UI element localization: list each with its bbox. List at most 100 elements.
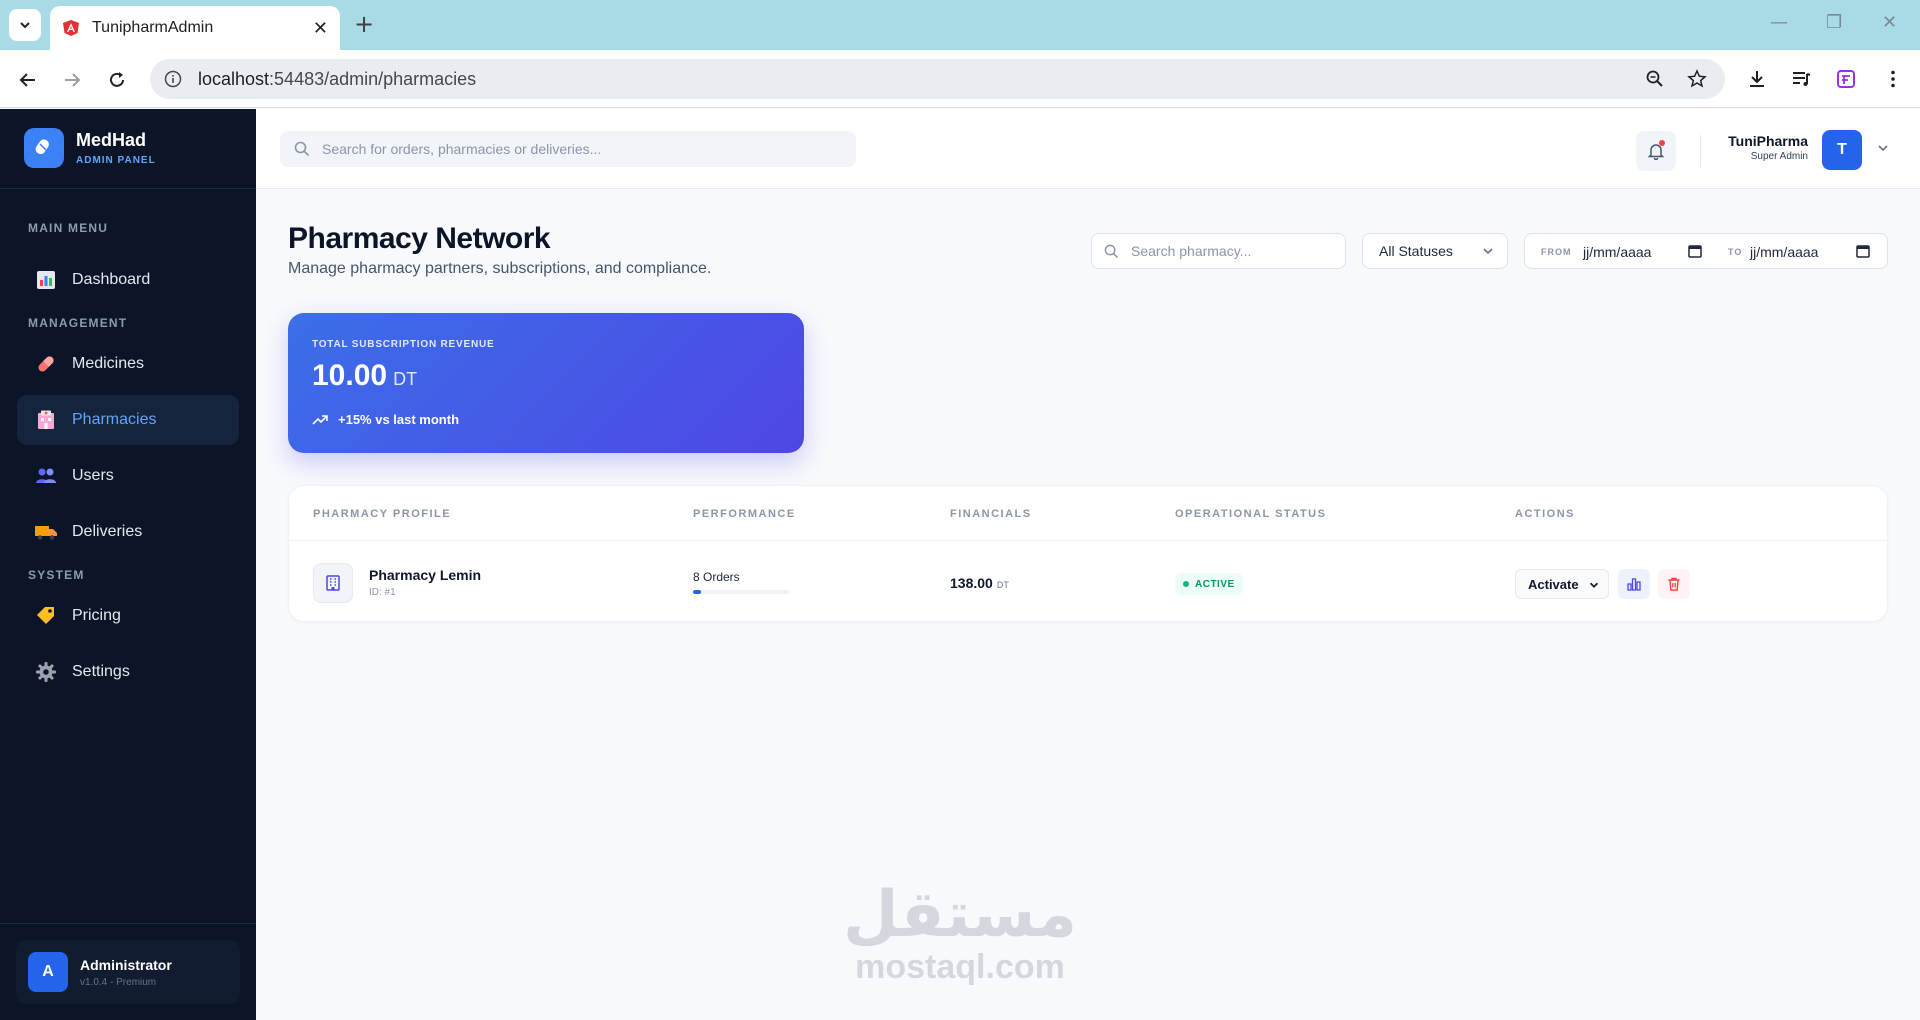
pharmacy-search	[1091, 233, 1346, 269]
download-icon[interactable]	[1746, 68, 1768, 90]
section-label-system: SYSTEM	[28, 568, 85, 582]
avatar[interactable]: T	[1822, 130, 1862, 170]
more-vert-icon[interactable]	[1882, 68, 1904, 90]
chevron-down-icon	[20, 22, 30, 29]
pharmacy-table: PHARMACY PROFILE PERFORMANCE FINANCIALS …	[288, 485, 1889, 622]
column-header: PERFORMANCE	[693, 508, 796, 520]
forward-button[interactable]	[60, 68, 84, 92]
delete-button[interactable]	[1658, 569, 1690, 599]
divider	[1700, 135, 1701, 167]
sidebar-item-label: Pharmacies	[72, 411, 157, 428]
sidebar-item-label: Pricing	[72, 607, 121, 624]
brand[interactable]: MedHad ADMIN PANEL	[24, 128, 156, 168]
revenue-unit: DT	[393, 369, 418, 389]
currency-unit: DT	[996, 580, 1009, 590]
page-subtitle: Manage pharmacy partners, subscriptions,…	[288, 260, 712, 277]
global-search-input[interactable]	[322, 141, 822, 157]
column-header: ACTIONS	[1515, 508, 1575, 520]
users-icon	[34, 464, 58, 488]
user-name: TuniPharma	[1728, 133, 1808, 149]
search-icon	[1104, 244, 1119, 258]
sidebar-item-pharmacies[interactable]: Pharmacies	[17, 395, 239, 445]
reload-icon	[110, 72, 124, 87]
date-to-label: TO	[1728, 247, 1743, 257]
calendar-icon[interactable]	[1855, 243, 1871, 259]
new-tab-button[interactable]: +	[354, 10, 374, 38]
revenue-card: TOTAL SUBSCRIPTION REVENUE 10.00 DT +15% …	[288, 313, 804, 453]
pharmacy-name[interactable]: Pharmacy Lemin	[369, 567, 481, 583]
sidebar-item-pricing[interactable]: Pricing	[17, 591, 239, 641]
watermark-latin: mostaql.com	[855, 948, 1065, 986]
bar-chart-icon	[34, 268, 58, 292]
hospital-icon	[34, 408, 58, 432]
section-label-management: MANAGEMENT	[28, 316, 128, 330]
back-button[interactable]	[16, 68, 40, 92]
sidebar-item-dashboard[interactable]: Dashboard	[17, 255, 239, 305]
action-select-value: Activate	[1528, 576, 1579, 592]
pharmacy-search-input[interactable]	[1131, 243, 1331, 259]
tab-title: TunipharmAdmin	[92, 19, 214, 36]
top-header: TuniPharma Super Admin T	[256, 109, 1920, 189]
pill-icon	[34, 352, 58, 376]
sidebar-item-settings[interactable]: Settings	[17, 647, 239, 697]
revenue-value: 10.00 DT	[312, 359, 418, 392]
sidebar-item-deliveries[interactable]: Deliveries	[17, 507, 239, 557]
logo	[24, 128, 64, 168]
extension-icon[interactable]	[1835, 68, 1857, 90]
sidebar-item-label: Dashboard	[72, 271, 151, 288]
chevron-down-icon	[1589, 582, 1599, 588]
notification-dot	[1659, 140, 1665, 146]
close-icon[interactable]: ✕	[313, 18, 328, 39]
sidebar-item-medicines[interactable]: Medicines	[17, 339, 239, 389]
divider	[0, 923, 256, 924]
sidebar-item-label: Settings	[72, 663, 130, 680]
reload-button[interactable]	[105, 68, 129, 92]
search-icon	[294, 141, 310, 157]
watermark: مستقل mostaql.com	[840, 880, 1080, 984]
status-filter-value: All Statuses	[1379, 243, 1453, 259]
sidebar-item-label: Medicines	[72, 355, 145, 372]
date-from-input[interactable]: jj/mm/aaaa	[1583, 244, 1651, 260]
arrow-left-icon	[19, 73, 35, 87]
section-label-main: MAIN MENU	[28, 221, 109, 235]
watermark-arabic: مستقل	[842, 878, 1078, 952]
status-filter-select[interactable]: All Statuses	[1362, 233, 1508, 269]
browser-tab[interactable]: TunipharmAdmin ✕	[50, 6, 340, 50]
restore-icon[interactable]: ❐	[1826, 12, 1842, 33]
media-control-icon[interactable]	[1790, 68, 1812, 90]
notifications-button[interactable]	[1636, 131, 1676, 171]
angular-icon	[63, 20, 79, 36]
status-badge: ACTIVE	[1175, 573, 1243, 595]
action-select[interactable]: Activate	[1515, 569, 1609, 599]
browser-tab-bar: TunipharmAdmin ✕ + — ❐ ✕	[0, 0, 1920, 50]
calendar-icon[interactable]	[1687, 243, 1703, 259]
gear-icon	[34, 660, 58, 684]
address-bar[interactable]: localhost:54483/admin/pharmacies	[150, 59, 1725, 99]
divider	[289, 540, 1889, 541]
tab-search-button[interactable]	[9, 9, 41, 41]
status-dot	[1183, 581, 1189, 587]
date-to-input[interactable]: jj/mm/aaaa	[1750, 244, 1818, 260]
zoom-icon[interactable]	[1645, 69, 1665, 89]
url-text: localhost:54483/admin/pharmacies	[198, 68, 477, 89]
star-icon[interactable]	[1687, 69, 1707, 89]
sidebar-item-label: Users	[72, 467, 114, 484]
admin-name: Administrator	[80, 956, 172, 973]
browser-toolbar: localhost:54483/admin/pharmacies	[0, 50, 1920, 108]
stats-button[interactable]	[1618, 569, 1650, 599]
chevron-down-icon[interactable]	[1876, 141, 1890, 155]
admin-profile-card[interactable]: A Administrator v1.0.4 - Premium	[16, 940, 240, 1004]
financial-amount: 138.00 DT	[950, 575, 1009, 591]
close-window-icon[interactable]: ✕	[1882, 12, 1897, 33]
admin-version: v1.0.4 - Premium	[80, 976, 157, 988]
trash-icon	[1668, 577, 1680, 591]
pharmacy-id: ID: #1	[369, 587, 396, 598]
orders-count: 8 Orders	[693, 570, 740, 584]
info-icon	[164, 70, 182, 88]
column-header: OPERATIONAL STATUS	[1175, 508, 1327, 520]
sidebar-item-users[interactable]: Users	[17, 451, 239, 501]
minimize-icon[interactable]: —	[1770, 12, 1788, 33]
user-role: Super Admin	[1750, 151, 1808, 162]
chevron-down-icon	[1483, 248, 1493, 255]
brand-name: MedHad	[76, 130, 147, 150]
